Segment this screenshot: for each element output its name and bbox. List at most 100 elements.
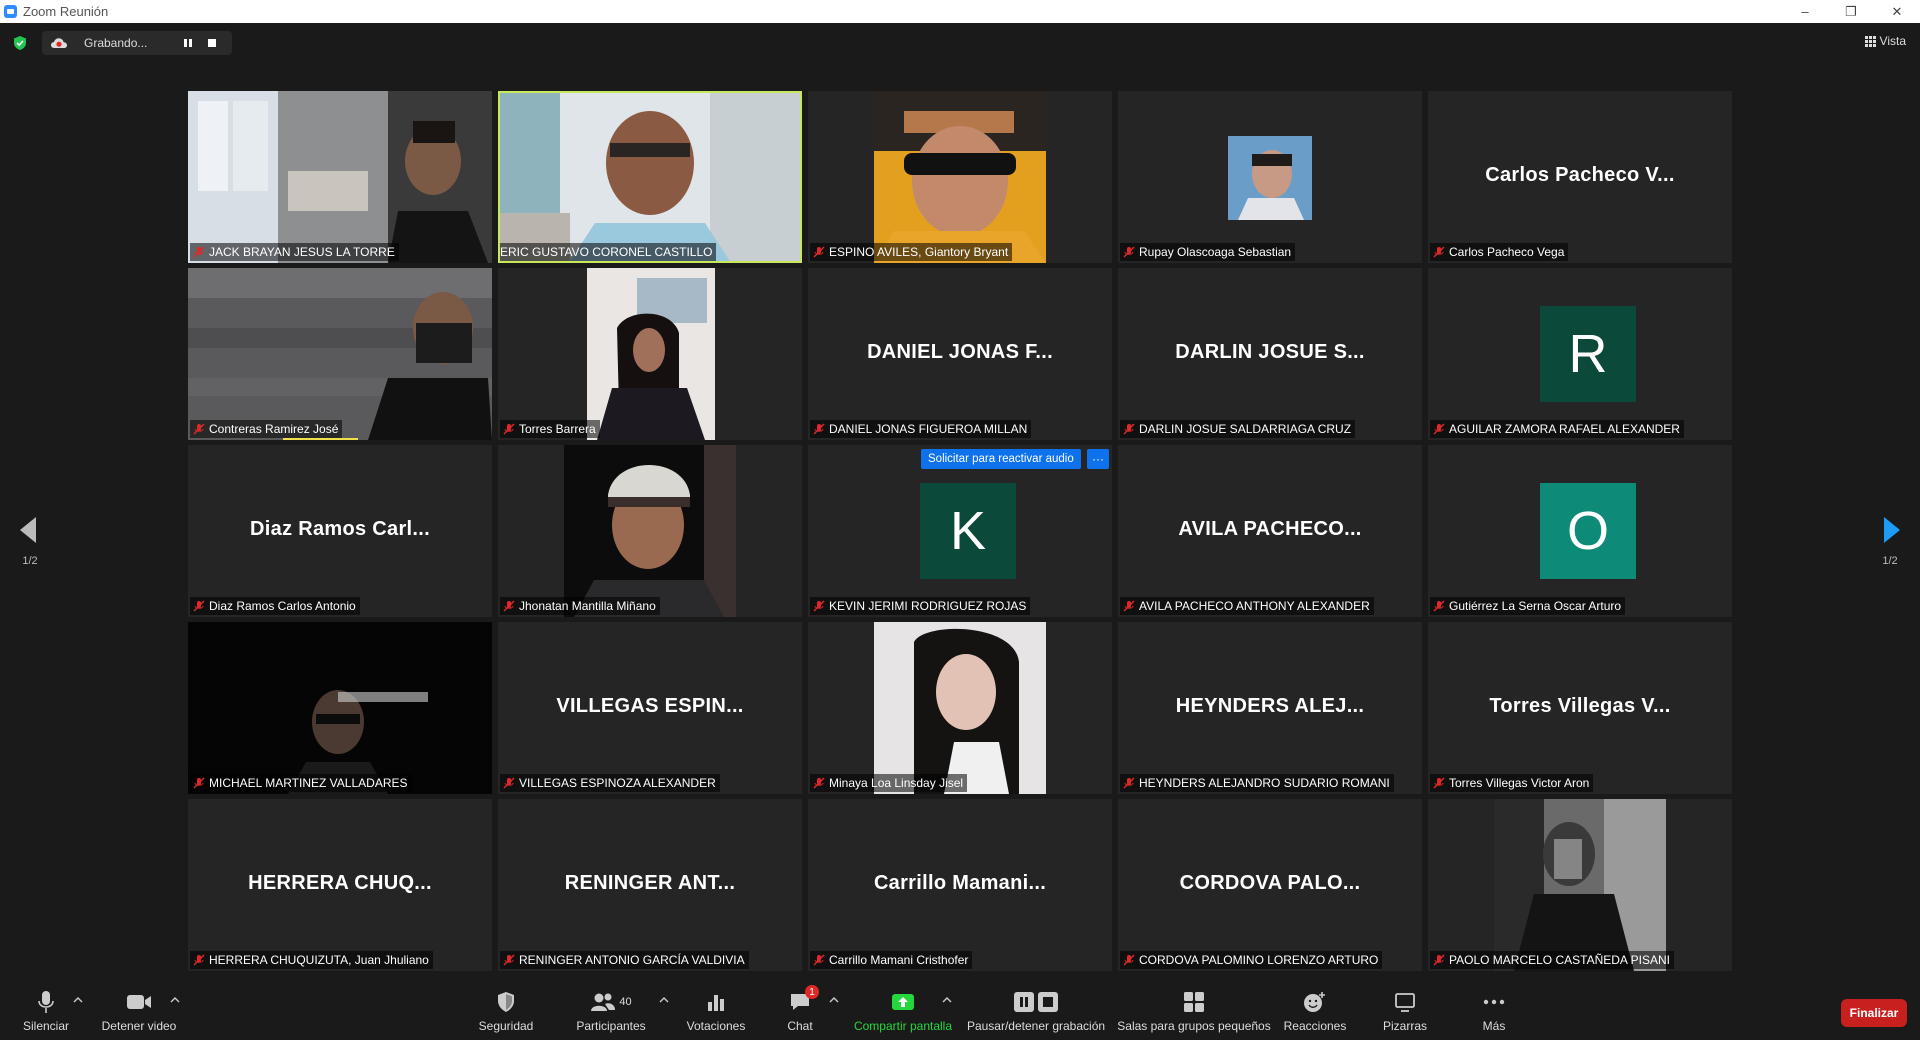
- participant-tile[interactable]: Minaya Loa Linsday Jisel: [808, 622, 1112, 794]
- muted-mic-icon: [1123, 777, 1135, 789]
- restore-button[interactable]: ❐: [1828, 0, 1874, 23]
- participant-tile[interactable]: ESPINO AVILES, Giantory Bryant: [808, 91, 1112, 263]
- pause-icon: [184, 39, 192, 47]
- previous-page-arrow-icon[interactable]: [16, 515, 40, 545]
- view-button[interactable]: Vista: [1864, 34, 1906, 48]
- participant-tile[interactable]: Torres Barrera: [498, 268, 802, 440]
- polls-chart-icon: [708, 995, 724, 1011]
- participant-tile[interactable]: Carlos Pacheco V... Carlos Pacheco Vega: [1428, 91, 1732, 263]
- participant-nameplate: Torres Barrera: [500, 420, 600, 438]
- participant-nameplate: PAOLO MARCELO CASTAÑEDA PISANI: [1430, 951, 1674, 969]
- participant-tile[interactable]: Torres Villegas V... Torres Villegas Vic…: [1428, 622, 1732, 794]
- stop-video-button[interactable]: Detener video: [96, 978, 182, 1040]
- audio-options-caret-icon[interactable]: [73, 996, 83, 1004]
- participant-nameplate: Minaya Loa Linsday Jisel: [810, 774, 968, 792]
- participant-tile[interactable]: R AGUILAR ZAMORA RAFAEL ALEXANDER: [1428, 268, 1732, 440]
- participant-video: [188, 268, 492, 440]
- participant-tile[interactable]: DANIEL JONAS F... DANIEL JONAS FIGUEROA …: [808, 268, 1112, 440]
- close-button[interactable]: ✕: [1874, 0, 1920, 23]
- participant-tile[interactable]: PAOLO MARCELO CASTAÑEDA PISANI: [1428, 799, 1732, 971]
- meeting-toolbar: Silenciar Detener video Seguridad 40 Par…: [0, 978, 1920, 1040]
- chat-button[interactable]: 1 Chat: [776, 978, 824, 1040]
- participant-tile[interactable]: K KEVIN JERIMI RODRIGUEZ ROJAS: [808, 445, 1112, 617]
- participant-nameplate: Rupay Olascoaga Sebastian: [1120, 243, 1296, 261]
- participant-name: Carrillo Mamani Cristhofer: [829, 953, 969, 967]
- participant-tile[interactable]: Diaz Ramos Carl... Diaz Ramos Carlos Ant…: [188, 445, 492, 617]
- participant-tile[interactable]: AVILA PACHECO... AVILA PACHECO ANTHONY A…: [1118, 445, 1422, 617]
- participant-display-name: HERRERA CHUQ...: [248, 872, 432, 894]
- more-button[interactable]: Más: [1474, 978, 1514, 1040]
- zoom-app-icon: [4, 5, 17, 18]
- video-options-caret-icon[interactable]: [170, 996, 180, 1004]
- participant-name: Carlos Pacheco Vega: [1449, 245, 1565, 259]
- participant-tile[interactable]: MICHAEL MARTINEZ VALLADARES: [188, 622, 492, 794]
- participant-tile[interactable]: HERRERA CHUQ... HERRERA CHUQUIZUTA, Juan…: [188, 799, 492, 971]
- pause-recording-button[interactable]: [182, 37, 194, 49]
- participant-tile[interactable]: Carrillo Mamani... Carrillo Mamani Crist…: [808, 799, 1112, 971]
- mute-button[interactable]: Silenciar: [18, 978, 74, 1040]
- participant-tile[interactable]: DARLIN JOSUE S... DARLIN JOSUE SALDARRIA…: [1118, 268, 1422, 440]
- participant-name: HEYNDERS ALEJANDRO SUDARIO ROMANI: [1139, 776, 1390, 790]
- muted-mic-icon: [1123, 954, 1135, 966]
- muted-mic-icon: [1123, 423, 1135, 435]
- minimize-button[interactable]: –: [1782, 0, 1828, 23]
- breakout-rooms-button[interactable]: Salas para grupos pequeños: [1116, 978, 1272, 1040]
- share-options-caret-icon[interactable]: [942, 996, 952, 1004]
- more-options-button[interactable]: ···: [1087, 449, 1109, 469]
- stop-recording-button[interactable]: [206, 37, 218, 49]
- page-indicator-right: 1/2: [1882, 555, 1898, 567]
- security-shield-icon[interactable]: [12, 35, 28, 51]
- participant-name: VILLEGAS ESPINOZA ALEXANDER: [519, 776, 716, 790]
- participant-display-name: HEYNDERS ALEJ...: [1175, 695, 1365, 717]
- participant-tile[interactable]: Rupay Olascoaga Sebastian: [1118, 91, 1422, 263]
- participant-nameplate: Carrillo Mamani Cristhofer: [810, 951, 973, 969]
- participant-nameplate: DARLIN JOSUE SALDARRIAGA CRUZ: [1120, 420, 1356, 438]
- participant-tile[interactable]: Jhonatan Mantilla Miñano: [498, 445, 802, 617]
- participant-nameplate: Diaz Ramos Carlos Antonio: [190, 597, 360, 615]
- share-screen-label: Compartir pantalla: [853, 1019, 953, 1033]
- muted-mic-icon: [193, 600, 205, 612]
- participants-button[interactable]: 40 Participantes: [570, 978, 652, 1040]
- pause-stop-recording-icon: [1014, 992, 1058, 1012]
- muted-mic-icon: [813, 246, 825, 258]
- participant-name: AGUILAR ZAMORA RAFAEL ALEXANDER: [1449, 422, 1680, 436]
- participant-nameplate: DANIEL JONAS FIGUEROA MILLAN: [810, 420, 1032, 438]
- request-unmute-button[interactable]: Solicitar para reactivar audio: [921, 449, 1081, 469]
- participant-tile[interactable]: HEYNDERS ALEJ... HEYNDERS ALEJANDRO SUDA…: [1118, 622, 1422, 794]
- stop-icon: [208, 39, 216, 47]
- participant-nameplate: KEVIN JERIMI RODRIGUEZ ROJAS: [810, 597, 1031, 615]
- participant-tile[interactable]: JACK BRAYAN JESUS LA TORRE: [188, 91, 492, 263]
- participant-tile[interactable]: CORDOVA PALO... CORDOVA PALOMINO LORENZO…: [1118, 799, 1422, 971]
- participant-tile[interactable]: O Gutiérrez La Serna Oscar Arturo: [1428, 445, 1732, 617]
- reactions-button[interactable]: Reacciones: [1282, 978, 1348, 1040]
- next-page-arrow-icon[interactable]: [1880, 515, 1904, 545]
- participants-options-caret-icon[interactable]: [659, 996, 669, 1004]
- chat-unread-badge: 1: [805, 985, 819, 999]
- whiteboards-button[interactable]: Pizarras: [1378, 978, 1432, 1040]
- more-label: Más: [1482, 1019, 1506, 1033]
- security-button[interactable]: Seguridad: [474, 978, 538, 1040]
- muted-mic-icon: [193, 423, 205, 435]
- page-indicator-left: 1/2: [22, 555, 38, 567]
- participant-nameplate: Contreras Ramirez José: [190, 420, 343, 438]
- participant-nameplate: CORDOVA PALOMINO LORENZO ARTURO: [1120, 951, 1383, 969]
- muted-mic-icon: [1433, 954, 1445, 966]
- pause-stop-recording-button[interactable]: Pausar/detener grabación: [966, 978, 1106, 1040]
- participant-nameplate: ERIC GUSTAVO CORONEL CASTILLO: [500, 243, 717, 261]
- end-meeting-button[interactable]: Finalizar: [1841, 999, 1907, 1027]
- participant-video: [564, 445, 736, 617]
- participant-avatar: R: [1540, 306, 1636, 402]
- participant-display-name: Torres Villegas V...: [1489, 695, 1671, 717]
- participant-tile[interactable]: RENINGER ANT... RENINGER ANTONIO GARCÍA …: [498, 799, 802, 971]
- polls-button[interactable]: Votaciones: [684, 978, 748, 1040]
- muted-mic-icon: [503, 777, 515, 789]
- participant-name: RENINGER ANTONIO GARCÍA VALDIVIA: [519, 953, 745, 967]
- chat-options-caret-icon[interactable]: [829, 996, 839, 1004]
- participant-name: Gutiérrez La Serna Oscar Arturo: [1449, 599, 1622, 613]
- participant-tile-active-speaker[interactable]: ERIC GUSTAVO CORONEL CASTILLO: [498, 91, 802, 263]
- participant-tile[interactable]: VILLEGAS ESPIN... VILLEGAS ESPINOZA ALEX…: [498, 622, 802, 794]
- participant-name: HERRERA CHUQUIZUTA, Juan Jhuliano: [209, 953, 429, 967]
- share-screen-button[interactable]: Compartir pantalla: [850, 978, 956, 1040]
- participant-tile[interactable]: Contreras Ramirez José: [188, 268, 492, 440]
- muted-mic-icon: [813, 423, 825, 435]
